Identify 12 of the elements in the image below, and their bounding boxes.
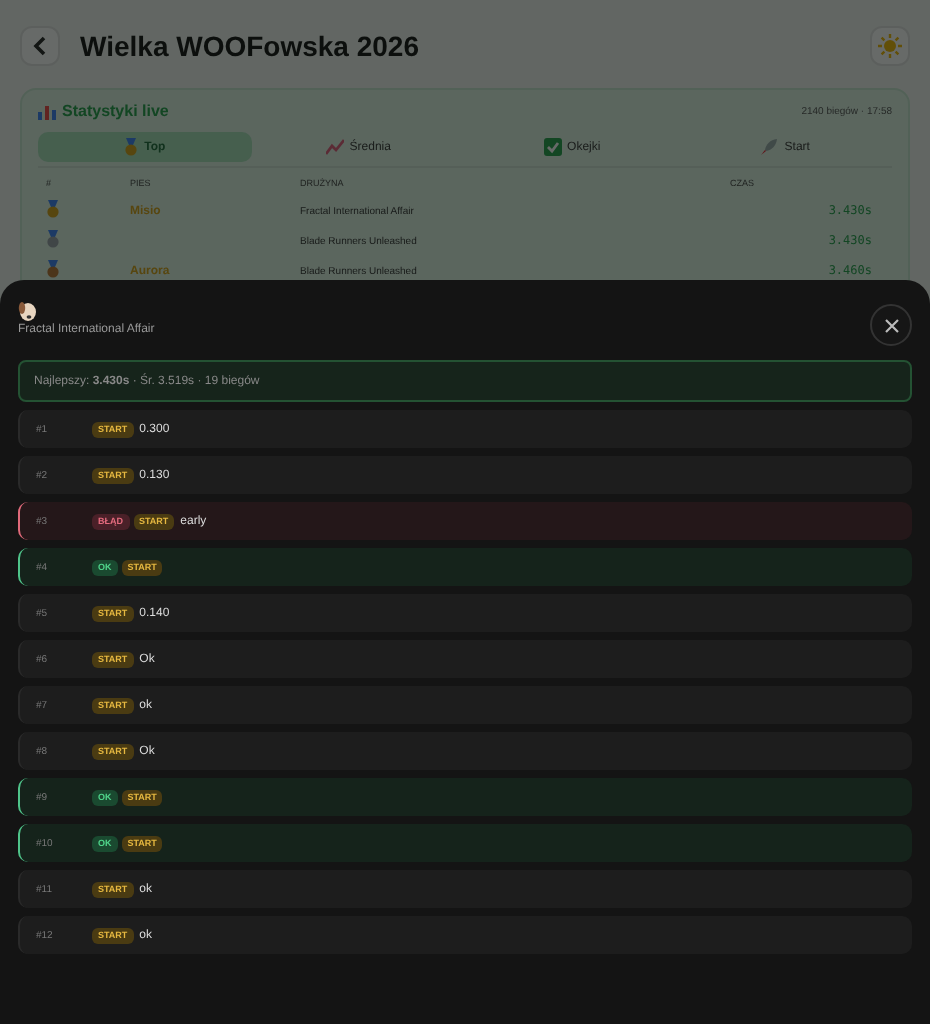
close-button[interactable] bbox=[870, 304, 912, 346]
checkbox-icon bbox=[543, 138, 562, 156]
chevron-left-icon bbox=[32, 36, 48, 56]
dog-icon bbox=[18, 300, 38, 322]
trend-chart-icon bbox=[325, 138, 344, 156]
bar-chart-icon bbox=[38, 102, 56, 120]
sun-icon bbox=[878, 34, 902, 58]
medal-icon bbox=[124, 138, 139, 156]
page-title: Wielka WOOFowska 2026 bbox=[80, 30, 419, 62]
card-title: Statystyki live bbox=[62, 102, 169, 120]
back-button[interactable] bbox=[20, 26, 60, 66]
close-icon bbox=[883, 317, 899, 333]
